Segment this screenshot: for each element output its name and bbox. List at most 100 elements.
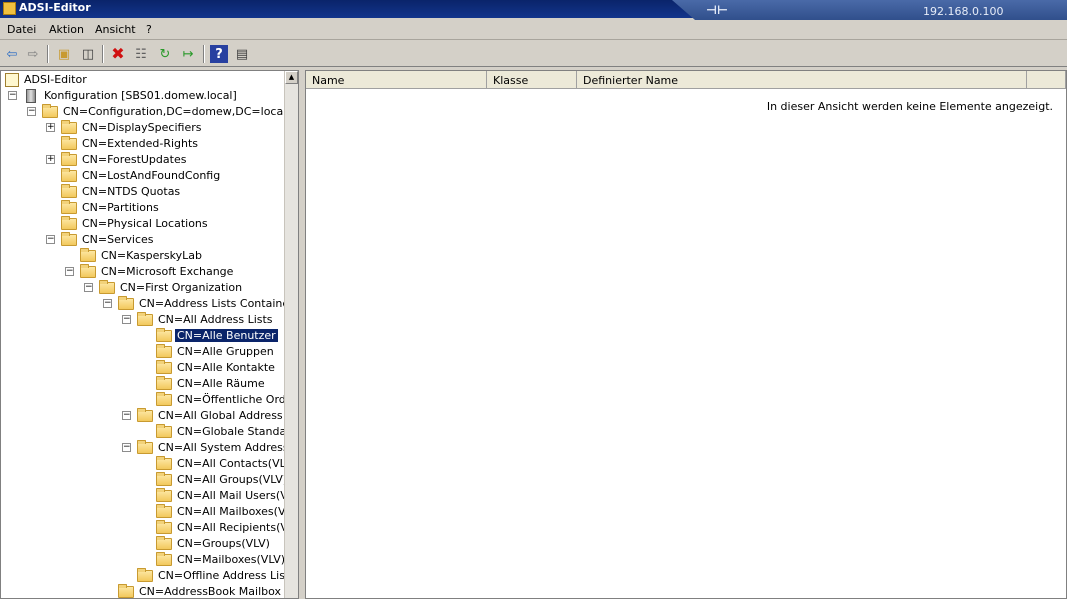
collapse-icon[interactable]: − (65, 267, 74, 276)
column-header-definierter-name[interactable]: Definierter Name (577, 71, 1027, 89)
tree-item-label: CN=All System Address Lis (158, 441, 299, 454)
tree-item-label: CN=Address Lists Container (139, 297, 294, 310)
window-title: ADSI-Editor (19, 1, 91, 14)
tree-item[interactable]: − CN=Configuration,DC=domew,DC=local (1, 104, 286, 120)
tree-item-label: CN=ForestUpdates (82, 153, 187, 166)
pin-icon[interactable]: ⊣⊢ (706, 3, 728, 17)
tree-item[interactable]: − CN=Microsoft Exchange (1, 264, 285, 280)
tree-item[interactable]: CN=Alle Benutzer (1, 328, 285, 344)
tree-item-label: CN=All Global Address List (158, 409, 299, 422)
folder-icon (156, 328, 172, 342)
menu-bar: Datei Aktion Ansicht ? (0, 20, 1067, 40)
tree-item[interactable]: CN=Alle Räume (1, 376, 285, 392)
folder-icon (80, 264, 96, 278)
up-folder-icon[interactable]: ▣ (55, 45, 73, 63)
tree-item[interactable]: CN=Partitions (1, 200, 285, 216)
tree-item-label: CN=Services (82, 233, 154, 246)
collapse-icon[interactable]: − (122, 315, 131, 324)
tree-scrollbar[interactable]: ▲ (284, 71, 298, 598)
toolbar-separator (47, 45, 49, 63)
folder-icon (61, 184, 77, 198)
tree-item[interactable]: CN=Physical Locations (1, 216, 285, 232)
tree-item[interactable]: CN=LostAndFoundConfig (1, 168, 285, 184)
menu-datei[interactable]: Datei (7, 23, 36, 36)
help-icon[interactable]: ? (210, 45, 228, 63)
column-header-klasse[interactable]: Klasse (487, 71, 577, 89)
folder-icon (156, 360, 172, 374)
collapse-icon[interactable]: − (84, 283, 93, 292)
tree-item-label: CN=AddressBook Mailbox Polic (139, 585, 299, 598)
collapse-icon[interactable]: − (122, 411, 131, 420)
tree-item[interactable]: CN=Extended-Rights (1, 136, 285, 152)
folder-icon (118, 584, 134, 598)
tree-item[interactable]: CN=Öffentliche Ordne (1, 392, 298, 408)
tree-item-label: CN=Alle Kontakte (177, 361, 275, 374)
tree-root[interactable]: ADSI-Editor (1, 72, 285, 88)
tree-item-label: CN=All Mail Users(VLV) (177, 489, 299, 502)
show-hide-tree-icon[interactable]: ◫ (79, 45, 97, 63)
tree-item[interactable]: − CN=Address Lists Container (1, 296, 294, 312)
tree-item[interactable]: CN=All Recipients(VLV) (1, 520, 298, 536)
tree-item-label: CN=All Mailboxes(VLV) (177, 505, 299, 518)
back-icon[interactable]: ⇦ (3, 45, 21, 63)
tree-item[interactable]: CN=All Mailboxes(VLV) (1, 504, 298, 520)
tree-item[interactable]: CN=Offline Address Lists (1, 568, 295, 584)
tree-item-label: CN=All Address Lists (158, 313, 273, 326)
scroll-up-icon[interactable]: ▲ (285, 71, 298, 84)
forward-icon[interactable]: ⇨ (24, 45, 42, 63)
expand-icon[interactable]: + (46, 155, 55, 164)
tree-item[interactable]: − CN=Services (1, 232, 285, 248)
tree-item[interactable]: − Konfiguration [SBS01.domew.local] (1, 88, 285, 104)
show-action-pane-icon[interactable]: ▤ (233, 45, 251, 63)
export-list-icon[interactable]: ↦ (179, 45, 197, 63)
toolbar-separator (203, 45, 205, 63)
collapse-icon[interactable]: − (122, 443, 131, 452)
tree-item[interactable]: CN=NTDS Quotas (1, 184, 285, 200)
tree-item-label: CN=LostAndFoundConfig (82, 169, 221, 182)
tree-item[interactable]: − CN=All Global Address List (1, 408, 298, 424)
folder-icon (156, 456, 172, 470)
column-header-filler (1027, 71, 1066, 89)
folder-icon (61, 152, 77, 166)
menu-ansicht[interactable]: Ansicht (95, 23, 136, 36)
tree-item-label: CN=KasperskyLab (101, 249, 202, 262)
tree-item[interactable]: CN=KasperskyLab (1, 248, 285, 264)
collapse-icon[interactable]: − (103, 299, 112, 308)
tree-item[interactable]: CN=Globale Standarda (1, 424, 298, 440)
tree-item[interactable]: CN=Mailboxes(VLV) (1, 552, 285, 568)
tree-item-label: CN=Alle Gruppen (177, 345, 274, 358)
tree-item[interactable]: + CN=ForestUpdates (1, 152, 285, 168)
refresh-icon[interactable]: ↻ (156, 45, 174, 63)
properties-icon[interactable]: ☷ (132, 45, 150, 63)
tree-item-label: CN=Öffentliche Ordne (177, 393, 299, 406)
tree-item[interactable]: − CN=First Organization (1, 280, 285, 296)
folder-icon (156, 376, 172, 390)
tree-item[interactable]: CN=All Contacts(VLV) (1, 456, 296, 472)
expand-icon[interactable]: + (46, 123, 55, 132)
delete-icon[interactable]: ✖ (109, 45, 127, 63)
details-pane[interactable]: Name Klasse Definierter Name In dieser A… (305, 70, 1067, 599)
tree-item[interactable]: + CN=DisplaySpecifiers (1, 120, 285, 136)
collapse-icon[interactable]: − (8, 91, 17, 100)
tree-item[interactable]: CN=All Groups(VLV) (1, 472, 287, 488)
tree-item[interactable]: − CN=All Address Lists (1, 312, 285, 328)
collapse-icon[interactable]: − (46, 235, 55, 244)
tree-item-label: CN=Offline Address Lists (158, 569, 295, 582)
tree-item-label: CN=All Contacts(VLV) (177, 457, 297, 470)
tree-item[interactable]: − CN=All System Address Lis (1, 440, 298, 456)
menu-aktion[interactable]: Aktion (49, 23, 84, 36)
tree-item[interactable]: CN=AddressBook Mailbox Polic (1, 584, 298, 598)
tree-item[interactable]: CN=Alle Kontakte (1, 360, 285, 376)
folder-icon (61, 168, 77, 182)
tree-item[interactable]: CN=All Mail Users(VLV) (1, 488, 298, 504)
column-header-name[interactable]: Name (306, 71, 487, 89)
menu-help[interactable]: ? (146, 23, 152, 36)
folder-icon (137, 568, 153, 582)
tree-item[interactable]: CN=Alle Gruppen (1, 344, 285, 360)
tree-pane[interactable]: ADSI-Editor − Konfiguration [SBS01.domew.… (0, 70, 299, 599)
folder-icon (156, 424, 172, 438)
tree-item[interactable]: CN=Groups(VLV) (1, 536, 285, 552)
folder-icon (118, 296, 134, 310)
collapse-icon[interactable]: − (27, 107, 36, 116)
adsi-editor-icon (5, 73, 19, 87)
